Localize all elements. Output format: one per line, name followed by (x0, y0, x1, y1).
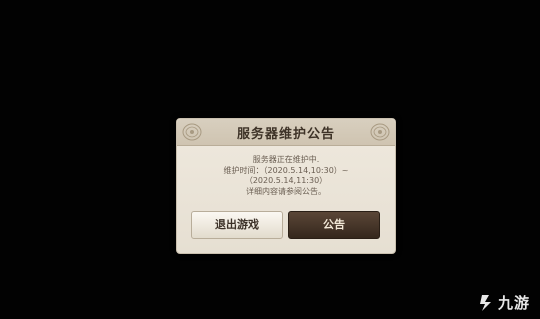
dialog-header: 服务器维护公告 (177, 119, 395, 146)
exit-game-button[interactable]: 退出游戏 (191, 211, 283, 239)
notice-button[interactable]: 公告 (288, 211, 380, 239)
message-line: 维护时间：（2020.5.14,10:30）~ (223, 165, 349, 175)
jiuyou-logo-icon (479, 294, 491, 311)
message-line: （2020.5.14,11:30） (244, 176, 328, 185)
watermark: 九游 (476, 292, 530, 313)
dialog-title: 服务器维护公告 (236, 127, 335, 142)
game-screen: 服务器维护公告 服务器正在维护中. 维护时间：（2020.5.14,10:30）… (0, 0, 540, 319)
right-ornament-icon (370, 123, 390, 141)
watermark-text: 九游 (497, 294, 530, 312)
message-line: 详细内容请参阅公告。 (246, 186, 326, 196)
dialog-message: 服务器正在维护中. 维护时间：（2020.5.14,10:30）~ （2020.… (187, 155, 385, 197)
message-line: 服务器正在维护中. (252, 155, 320, 164)
